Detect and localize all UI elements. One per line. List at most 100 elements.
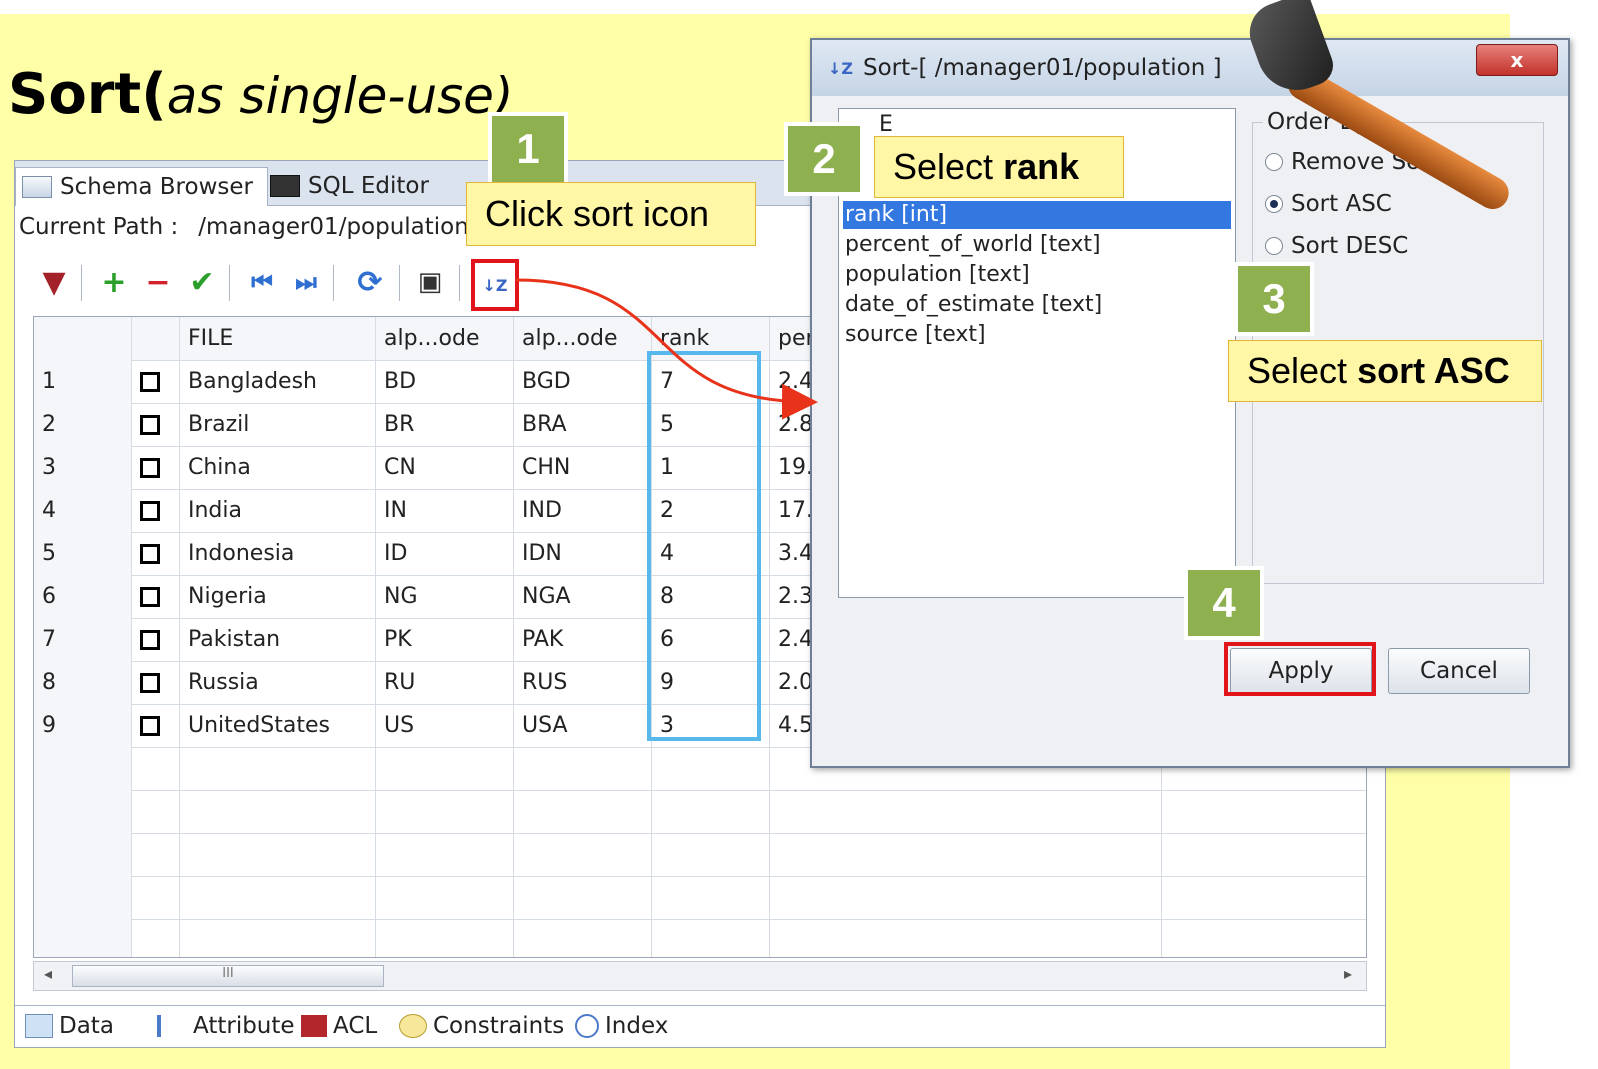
row-checkbox[interactable] xyxy=(140,371,160,392)
filter-icon[interactable]: ▼ xyxy=(37,265,71,300)
row-checkbox[interactable] xyxy=(140,500,160,521)
radio-dot[interactable] xyxy=(1265,237,1283,255)
row-checkbox-cell xyxy=(132,747,180,790)
slide-title: Sort(as single-use) xyxy=(8,62,513,127)
row-checkbox[interactable] xyxy=(140,586,160,607)
row-checkbox[interactable] xyxy=(140,457,160,478)
cancel-button[interactable]: Cancel xyxy=(1388,648,1530,694)
last-record-icon[interactable]: ⏭ xyxy=(289,265,323,299)
tab-label: Attribute xyxy=(193,1013,295,1039)
row-checkbox[interactable] xyxy=(140,629,160,650)
tab-data[interactable]: Data xyxy=(25,1010,114,1042)
tab-acl[interactable]: ACL xyxy=(301,1010,377,1042)
rank-cell: 4 xyxy=(652,532,770,575)
scrollbar-thumb[interactable]: III xyxy=(72,965,384,987)
percent-cell xyxy=(770,919,1162,957)
column-list-item[interactable]: date_of_estimate [text] xyxy=(843,291,1231,319)
first-record-icon[interactable]: ⏮ xyxy=(245,265,279,299)
alpha2-cell: BR xyxy=(376,403,514,446)
column-header-alpha2[interactable]: alp...ode xyxy=(376,317,514,360)
radio-sort-desc[interactable]: Sort DESC xyxy=(1265,233,1408,259)
file-cell: Pakistan xyxy=(180,618,376,661)
toolbar-separator xyxy=(81,265,82,301)
step-2-bold: rank xyxy=(1003,146,1080,187)
empty-cell xyxy=(1162,876,1366,919)
row-checkbox-cell xyxy=(132,360,180,403)
alpha3-cell: USA xyxy=(514,704,652,747)
add-row-icon[interactable]: + xyxy=(97,265,131,300)
table-row[interactable] xyxy=(34,919,1366,957)
tab-index[interactable]: Index xyxy=(575,1010,668,1042)
empty-cell xyxy=(1162,919,1366,957)
rank-cell: 9 xyxy=(652,661,770,704)
slide-title-main: Sort( xyxy=(8,62,167,127)
toolbar-separator xyxy=(229,265,230,301)
row-number-cell: 5 xyxy=(34,532,132,575)
tab-schema-browser[interactable]: Schema Browser xyxy=(15,167,268,206)
radio-dot[interactable] xyxy=(1265,153,1283,171)
sort-icon[interactable]: ↓Z xyxy=(471,259,519,311)
rank-cell: 2 xyxy=(652,489,770,532)
file-cell xyxy=(180,919,376,957)
close-button[interactable]: x xyxy=(1476,44,1558,76)
row-checkbox[interactable] xyxy=(140,414,160,435)
table-row[interactable] xyxy=(34,790,1366,834)
dialog-title-bar: ↓Z Sort-[ /manager01/population ] xyxy=(812,40,1568,96)
tab-constraints[interactable]: Constraints xyxy=(399,1010,564,1042)
step-3-badge: 3 xyxy=(1234,262,1314,336)
horizontal-scrollbar[interactable]: ◂ III ▸ xyxy=(33,961,1367,991)
file-cell xyxy=(180,747,376,790)
row-number-cell xyxy=(34,833,132,876)
empty-cell xyxy=(1162,833,1366,876)
toolbar-separator xyxy=(333,265,334,301)
step-3-caption: Select sort ASC xyxy=(1228,340,1542,402)
alpha2-cell xyxy=(376,747,514,790)
scroll-left-icon[interactable]: ◂ xyxy=(44,964,52,983)
refresh-icon[interactable]: ⟳ xyxy=(353,265,387,300)
constraints-icon xyxy=(399,1014,427,1038)
save-icon[interactable]: ▣ xyxy=(413,265,447,299)
cut-off-heading xyxy=(230,0,1030,16)
alpha3-cell: NGA xyxy=(514,575,652,618)
row-number-cell: 9 xyxy=(34,704,132,747)
row-checkbox[interactable] xyxy=(140,543,160,564)
table-row[interactable] xyxy=(34,876,1366,920)
row-checkbox[interactable] xyxy=(140,672,160,693)
column-list-item[interactable]: percent_of_world [text] xyxy=(843,231,1231,259)
column-list-item[interactable]: population [text] xyxy=(843,261,1231,289)
step-4-badge: 4 xyxy=(1184,566,1264,640)
column-header-file[interactable]: FILE xyxy=(180,317,376,360)
toolbar-separator xyxy=(459,265,460,301)
file-cell xyxy=(180,833,376,876)
commit-check-icon[interactable]: ✔ xyxy=(185,265,219,300)
file-cell: China xyxy=(180,446,376,489)
index-icon xyxy=(575,1014,599,1038)
column-header-rank[interactable]: rank xyxy=(652,317,770,360)
alpha3-cell: RUS xyxy=(514,661,652,704)
file-cell: Indonesia xyxy=(180,532,376,575)
step-2-text: Select xyxy=(893,146,994,187)
tab-sql-editor[interactable]: SQL Editor xyxy=(270,167,429,205)
rank-cell xyxy=(652,919,770,957)
scroll-right-icon[interactable]: ▸ xyxy=(1344,964,1352,983)
delete-row-icon[interactable]: − xyxy=(141,265,175,300)
table-row[interactable] xyxy=(34,833,1366,877)
row-checkbox[interactable] xyxy=(140,715,160,736)
tab-attribute[interactable]: Attribute xyxy=(157,1010,295,1042)
radio-sort-asc[interactable]: Sort ASC xyxy=(1265,191,1392,217)
row-checkbox-cell xyxy=(132,833,180,876)
alpha3-cell: IDN xyxy=(514,532,652,575)
bottom-tab-bar: Data Attribute ACL Constraints Index xyxy=(15,1005,1385,1046)
row-checkbox-cell xyxy=(132,532,180,575)
row-checkbox-cell xyxy=(132,704,180,747)
rank-cell: 7 xyxy=(652,360,770,403)
column-header-alpha3[interactable]: alp...ode xyxy=(514,317,652,360)
radio-label: Sort ASC xyxy=(1291,191,1392,217)
row-checkbox-cell xyxy=(132,919,180,957)
alpha2-cell: RU xyxy=(376,661,514,704)
column-list-item[interactable]: rank [int] xyxy=(843,201,1231,229)
row-checkbox-cell xyxy=(132,790,180,833)
radio-dot-selected[interactable] xyxy=(1265,195,1283,213)
column-list-item[interactable]: source [text] xyxy=(843,321,1231,349)
column-list-item-partial[interactable]: E xyxy=(877,111,937,139)
